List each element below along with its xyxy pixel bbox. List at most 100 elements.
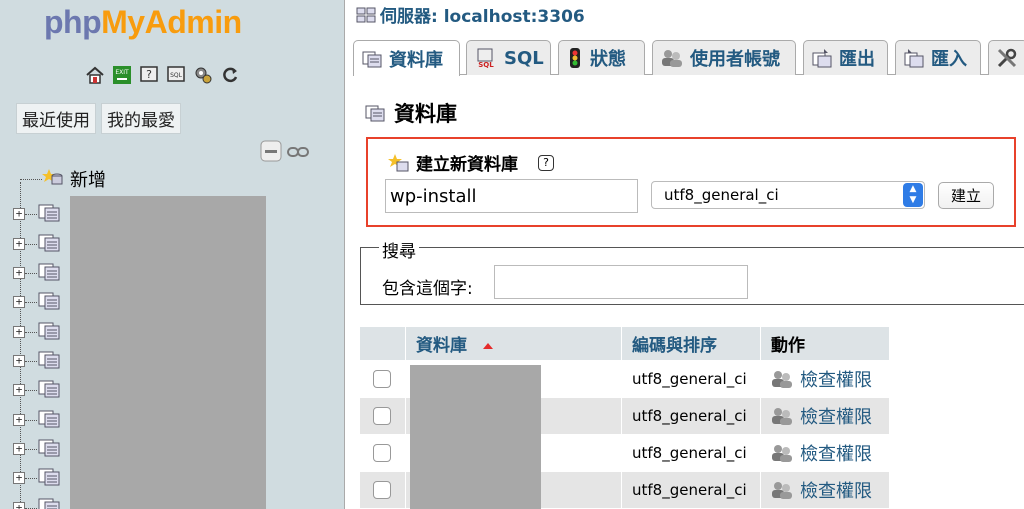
help-icon[interactable]: ?: [138, 64, 159, 85]
logo-part-myadmin: MyAdmin: [101, 4, 242, 40]
tree-db-item[interactable]: +: [13, 263, 61, 283]
expand-icon[interactable]: +: [13, 326, 25, 338]
check-privileges-link[interactable]: 檢查權限: [771, 403, 889, 429]
database-icon: [37, 261, 61, 285]
tree-db-item[interactable]: +: [13, 322, 61, 342]
check-privileges-label: 檢查權限: [800, 407, 872, 428]
new-database-icon: [388, 153, 410, 173]
tab-import[interactable]: 匯入: [895, 40, 981, 75]
tab-user-accounts[interactable]: 使用者帳號: [652, 40, 796, 75]
tab-status[interactable]: 狀態: [558, 40, 645, 75]
check-privileges-link[interactable]: 檢查權限: [771, 440, 889, 466]
tree-connector: [25, 272, 37, 274]
sql-docs-icon[interactable]: SQL: [165, 64, 186, 85]
row-checkbox[interactable]: [373, 370, 391, 388]
tree-db-item[interactable]: +: [13, 439, 61, 459]
row-checkbox[interactable]: [373, 444, 391, 462]
collapse-all-icon[interactable]: [260, 140, 282, 166]
expand-icon[interactable]: +: [13, 296, 25, 308]
tree-item-new[interactable]: 新增: [20, 166, 106, 192]
nav-tab-favorites[interactable]: 我的最愛: [101, 103, 181, 134]
row-checkbox[interactable]: [373, 481, 391, 499]
column-header-collation[interactable]: 編碼與排序: [622, 327, 761, 360]
reload-icon[interactable]: [219, 64, 240, 85]
create-button[interactable]: 建立: [938, 182, 994, 209]
collation-cell: utf8_general_ci: [622, 471, 761, 508]
check-privileges-link[interactable]: 檢查權限: [771, 477, 889, 503]
expand-icon[interactable]: +: [13, 267, 25, 279]
users-icon: [772, 408, 792, 425]
svg-text:SQL: SQL: [170, 72, 183, 79]
database-icon: [37, 290, 61, 314]
tree-db-item[interactable]: +: [13, 468, 61, 488]
tree-new-label: 新增: [70, 170, 106, 191]
row-select-cell: [360, 397, 406, 434]
expand-icon[interactable]: +: [13, 238, 25, 250]
database-icon: [37, 202, 61, 226]
column-header-label: 動作: [771, 336, 805, 356]
check-privileges-link[interactable]: 檢查權限: [771, 366, 889, 392]
tree-connector: [25, 389, 37, 391]
logo-part-php: php: [44, 4, 102, 40]
page-title: 資料庫: [364, 98, 457, 128]
collation-select[interactable]: utf8_general_ci ▲ ▼: [651, 181, 925, 209]
table-header-row: 資料庫 編碼與排序 動作: [360, 327, 890, 360]
nav-tab-recent[interactable]: 最近使用: [16, 103, 96, 134]
collation-selected-value: utf8_general_ci: [664, 186, 779, 204]
expand-icon[interactable]: +: [13, 443, 25, 455]
database-icon: [361, 49, 383, 69]
row-checkbox[interactable]: [373, 407, 391, 425]
users-icon: [772, 371, 792, 388]
tree-connector: [25, 243, 37, 245]
tree-db-item[interactable]: +: [13, 410, 61, 430]
svg-text:SQL: SQL: [478, 61, 494, 68]
tree-connector: [25, 301, 37, 303]
create-database-panel: 建立新資料庫 ? utf8_general_ci ▲▼ 建立: [366, 137, 1016, 227]
tree-db-item[interactable]: +: [13, 204, 61, 224]
help-icon[interactable]: ?: [538, 154, 554, 171]
tab-settings[interactable]: [988, 40, 1024, 75]
tree-db-item[interactable]: +: [13, 498, 61, 509]
row-select-cell: [360, 471, 406, 508]
tab-sql[interactable]: SQL SQL: [466, 40, 551, 75]
expand-icon[interactable]: +: [13, 355, 25, 367]
database-icon: [37, 232, 61, 256]
users-icon: [772, 445, 792, 462]
column-header-database[interactable]: 資料庫: [406, 327, 622, 360]
top-tabs: 資料庫 SQL SQL 狀態 使用者帳號 匯出 匯入: [353, 38, 1024, 76]
tree-db-item[interactable]: +: [13, 380, 61, 400]
settings-icon[interactable]: [192, 64, 213, 85]
expand-icon[interactable]: +: [13, 472, 25, 484]
navigation-panel: phpMyAdmin EXIT ? SQL 最近使用 我的最愛 新增 + + +…: [0, 0, 345, 509]
tree-line: [20, 182, 21, 509]
search-input[interactable]: [494, 265, 748, 299]
sql-icon: SQL: [474, 48, 498, 68]
tab-label: 匯出: [839, 49, 875, 70]
search-label: 包含這個字:: [382, 279, 473, 299]
new-database-icon: [42, 167, 64, 191]
expand-icon[interactable]: +: [13, 502, 25, 509]
database-icon: [37, 437, 61, 461]
page-title-text: 資料庫: [394, 102, 457, 126]
database-name-input[interactable]: [385, 179, 638, 213]
expand-icon[interactable]: +: [13, 208, 25, 220]
import-icon: [903, 48, 925, 68]
home-icon[interactable]: [84, 64, 105, 85]
tree-db-item[interactable]: +: [13, 351, 61, 371]
server-icon: [356, 6, 376, 24]
expand-icon[interactable]: +: [13, 414, 25, 426]
check-privileges-label: 檢查權限: [800, 370, 872, 391]
expand-icon[interactable]: +: [13, 384, 25, 396]
link-with-main-icon[interactable]: [287, 144, 309, 163]
tab-export[interactable]: 匯出: [803, 40, 888, 75]
column-header-label: 編碼與排序: [632, 336, 717, 356]
exit-icon[interactable]: EXIT: [111, 64, 132, 85]
phpmyadmin-logo[interactable]: phpMyAdmin: [44, 4, 242, 41]
tree-controls: [260, 140, 309, 166]
server-link[interactable]: 伺服器: localhost:3306: [380, 2, 585, 27]
tree-db-item[interactable]: +: [13, 234, 61, 254]
tree-db-item[interactable]: +: [13, 292, 61, 312]
sort-ascending-icon: [483, 343, 493, 349]
tab-databases[interactable]: 資料庫: [353, 40, 460, 76]
tree-connector: [25, 213, 37, 215]
